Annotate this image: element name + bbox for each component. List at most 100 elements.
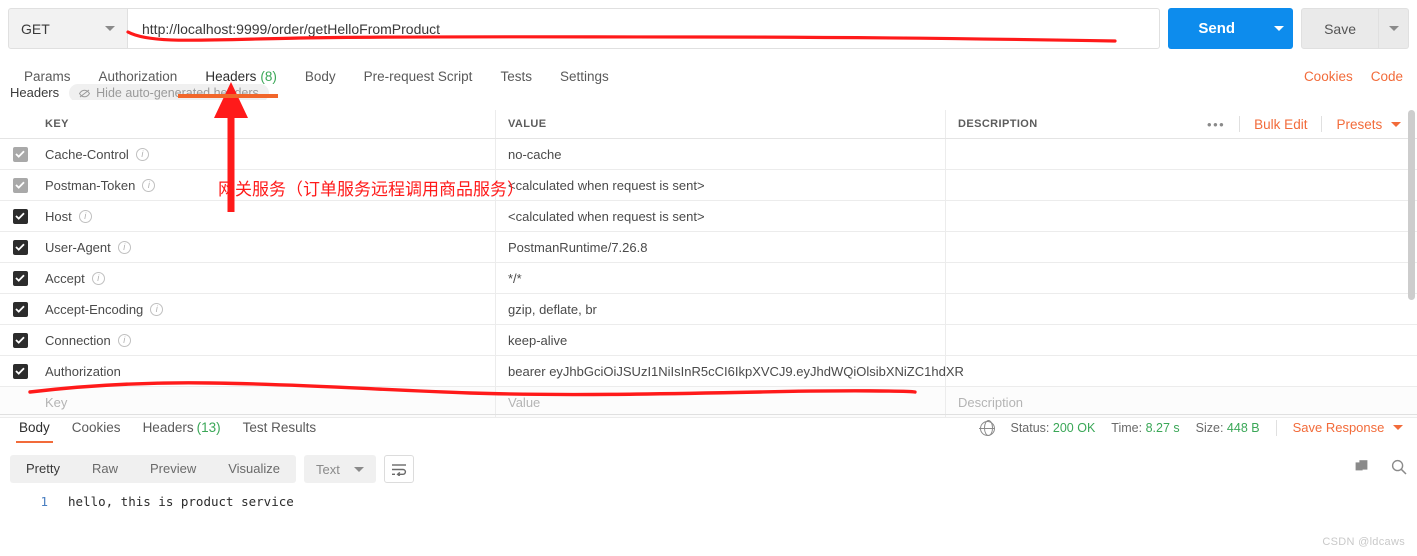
info-icon[interactable]: i <box>135 147 149 161</box>
save-response-label: Save Response <box>1292 420 1385 435</box>
column-header-description: DESCRIPTION ••• Bulk Edit Presets <box>945 110 1417 138</box>
chevron-down-icon <box>105 26 115 31</box>
cookies-link[interactable]: Cookies <box>1304 62 1353 92</box>
response-tab-label: Headers <box>142 420 194 435</box>
header-key-cell[interactable]: Cache-Control i <box>40 147 495 162</box>
row-checkbox[interactable] <box>12 301 28 317</box>
search-button[interactable] <box>1391 459 1407 480</box>
row-checkbox[interactable] <box>12 332 28 348</box>
more-options-icon[interactable]: ••• <box>1207 117 1225 132</box>
header-description-cell[interactable] <box>945 263 1417 293</box>
row-checkbox[interactable] <box>12 208 28 224</box>
header-value-text: */* <box>508 270 522 286</box>
response-tab-body[interactable]: Body <box>8 417 61 443</box>
code-link[interactable]: Code <box>1371 62 1403 92</box>
info-icon[interactable]: i <box>117 333 131 347</box>
presets-button[interactable]: Presets <box>1336 117 1401 132</box>
viewer-mode-raw[interactable]: Raw <box>76 455 134 483</box>
header-value-cell[interactable]: <calculated when request is sent> <box>495 201 945 231</box>
response-format-selector[interactable]: Text <box>304 455 376 483</box>
response-tab-test-results[interactable]: Test Results <box>232 417 328 439</box>
scrollbar-thumb[interactable] <box>1408 110 1415 300</box>
row-checkbox[interactable] <box>12 270 28 286</box>
new-description-input[interactable]: Description <box>945 387 1417 417</box>
header-value-cell[interactable]: bearer eyJhbGciOiJSUzI1NiIsInR5cCI6IkpXV… <box>495 356 964 386</box>
send-button[interactable]: Send <box>1168 8 1266 49</box>
info-icon[interactable]: i <box>150 302 164 316</box>
watermark: CSDN @ldcaws <box>1322 536 1405 548</box>
info-icon[interactable]: i <box>117 240 131 254</box>
header-description-cell[interactable] <box>945 294 1417 324</box>
response-body-viewer[interactable]: 1 hello, this is product service <box>0 494 1417 534</box>
header-description-cell[interactable] <box>945 232 1417 262</box>
save-options-button[interactable] <box>1379 8 1409 49</box>
header-value-cell[interactable]: <calculated when request is sent> <box>495 170 945 200</box>
save-response-button[interactable]: Save Response <box>1293 417 1403 439</box>
header-value-cell[interactable]: keep-alive <box>495 325 945 355</box>
header-key-cell[interactable]: User-Agent i <box>40 240 495 255</box>
row-checkbox[interactable] <box>12 177 28 193</box>
header-key-cell[interactable]: Postman-Token i <box>40 178 495 193</box>
headers-table-scrollbar[interactable] <box>1408 110 1415 410</box>
response-tab-headers[interactable]: Headers (13) <box>132 417 232 439</box>
chevron-down-icon <box>1391 121 1401 127</box>
info-icon[interactable]: i <box>142 178 156 192</box>
viewer-mode-preview[interactable]: Preview <box>134 455 212 483</box>
response-tab-cookies[interactable]: Cookies <box>61 417 132 439</box>
header-description-cell[interactable] <box>945 356 1417 386</box>
header-key-cell[interactable]: Accept-Encoding i <box>40 302 495 317</box>
http-method-label: GET <box>21 20 50 37</box>
header-value-cell[interactable]: */* <box>495 263 945 293</box>
new-key-input[interactable]: Key <box>40 395 495 410</box>
hide-auto-generated-headers-label: Hide auto-generated headers <box>96 86 259 100</box>
row-checkbox-cell <box>0 270 40 286</box>
save-button-group: Save <box>1301 8 1409 49</box>
hide-auto-generated-headers-button[interactable]: Hide auto-generated headers <box>69 84 269 100</box>
header-description-cell[interactable] <box>945 170 1417 200</box>
response-tab-label: Body <box>19 420 50 435</box>
header-key-cell[interactable]: Authorization <box>40 364 495 379</box>
row-checkbox[interactable] <box>12 146 28 162</box>
time-group: Time: 8.27 s <box>1111 417 1179 439</box>
header-value-cell[interactable]: PostmanRuntime/7.26.8 <box>495 232 945 262</box>
response-viewer-toolbar: Pretty Raw Preview Visualize Text <box>10 455 1407 483</box>
info-icon[interactable]: i <box>78 209 92 223</box>
bulk-edit-button[interactable]: Bulk Edit <box>1254 117 1307 132</box>
globe-icon <box>979 420 995 436</box>
http-method-selector[interactable]: GET <box>8 8 128 49</box>
new-value-input[interactable]: Value <box>495 387 945 417</box>
tab-tests[interactable]: Tests <box>486 62 546 92</box>
tab-settings[interactable]: Settings <box>546 62 623 92</box>
table-row: Accept-Encoding i gzip, deflate, br <box>0 294 1417 325</box>
info-icon[interactable]: i <box>91 271 105 285</box>
tab-label: Pre-request Script <box>363 69 473 84</box>
check-icon <box>15 212 25 220</box>
header-value-cell[interactable]: gzip, deflate, br <box>495 294 945 324</box>
viewer-mode-visualize[interactable]: Visualize <box>212 455 296 483</box>
size-value: 448 B <box>1226 421 1260 435</box>
copy-button[interactable] <box>1355 459 1371 480</box>
viewer-mode-pretty[interactable]: Pretty <box>10 455 76 483</box>
header-key-cell[interactable]: Accept i <box>40 271 495 286</box>
send-options-button[interactable] <box>1265 8 1294 49</box>
row-checkbox[interactable] <box>12 239 28 255</box>
table-row: Connection i keep-alive <box>0 325 1417 356</box>
header-description-cell[interactable] <box>945 325 1417 355</box>
table-row: Host i <calculated when request is sent> <box>0 201 1417 232</box>
divider <box>1275 420 1277 436</box>
save-button[interactable]: Save <box>1301 8 1379 49</box>
header-key-cell[interactable]: Host i <box>40 209 495 224</box>
wrap-lines-button[interactable] <box>383 455 414 483</box>
new-value-placeholder: Value <box>508 394 541 410</box>
tab-label: Body <box>304 69 336 84</box>
header-description-cell[interactable] <box>945 201 1417 231</box>
header-value-cell[interactable]: no-cache <box>495 139 945 169</box>
header-description-cell[interactable] <box>945 139 1417 169</box>
response-tab-label: Test Results <box>242 420 317 435</box>
header-key-text: Connection <box>45 332 111 348</box>
row-checkbox[interactable] <box>12 363 28 379</box>
chevron-down-icon <box>353 466 364 472</box>
url-input[interactable]: http://localhost:9999/order/getHelloFrom… <box>128 8 1161 49</box>
header-key-cell[interactable]: Connection i <box>40 333 495 348</box>
chevron-down-icon <box>1274 26 1285 31</box>
